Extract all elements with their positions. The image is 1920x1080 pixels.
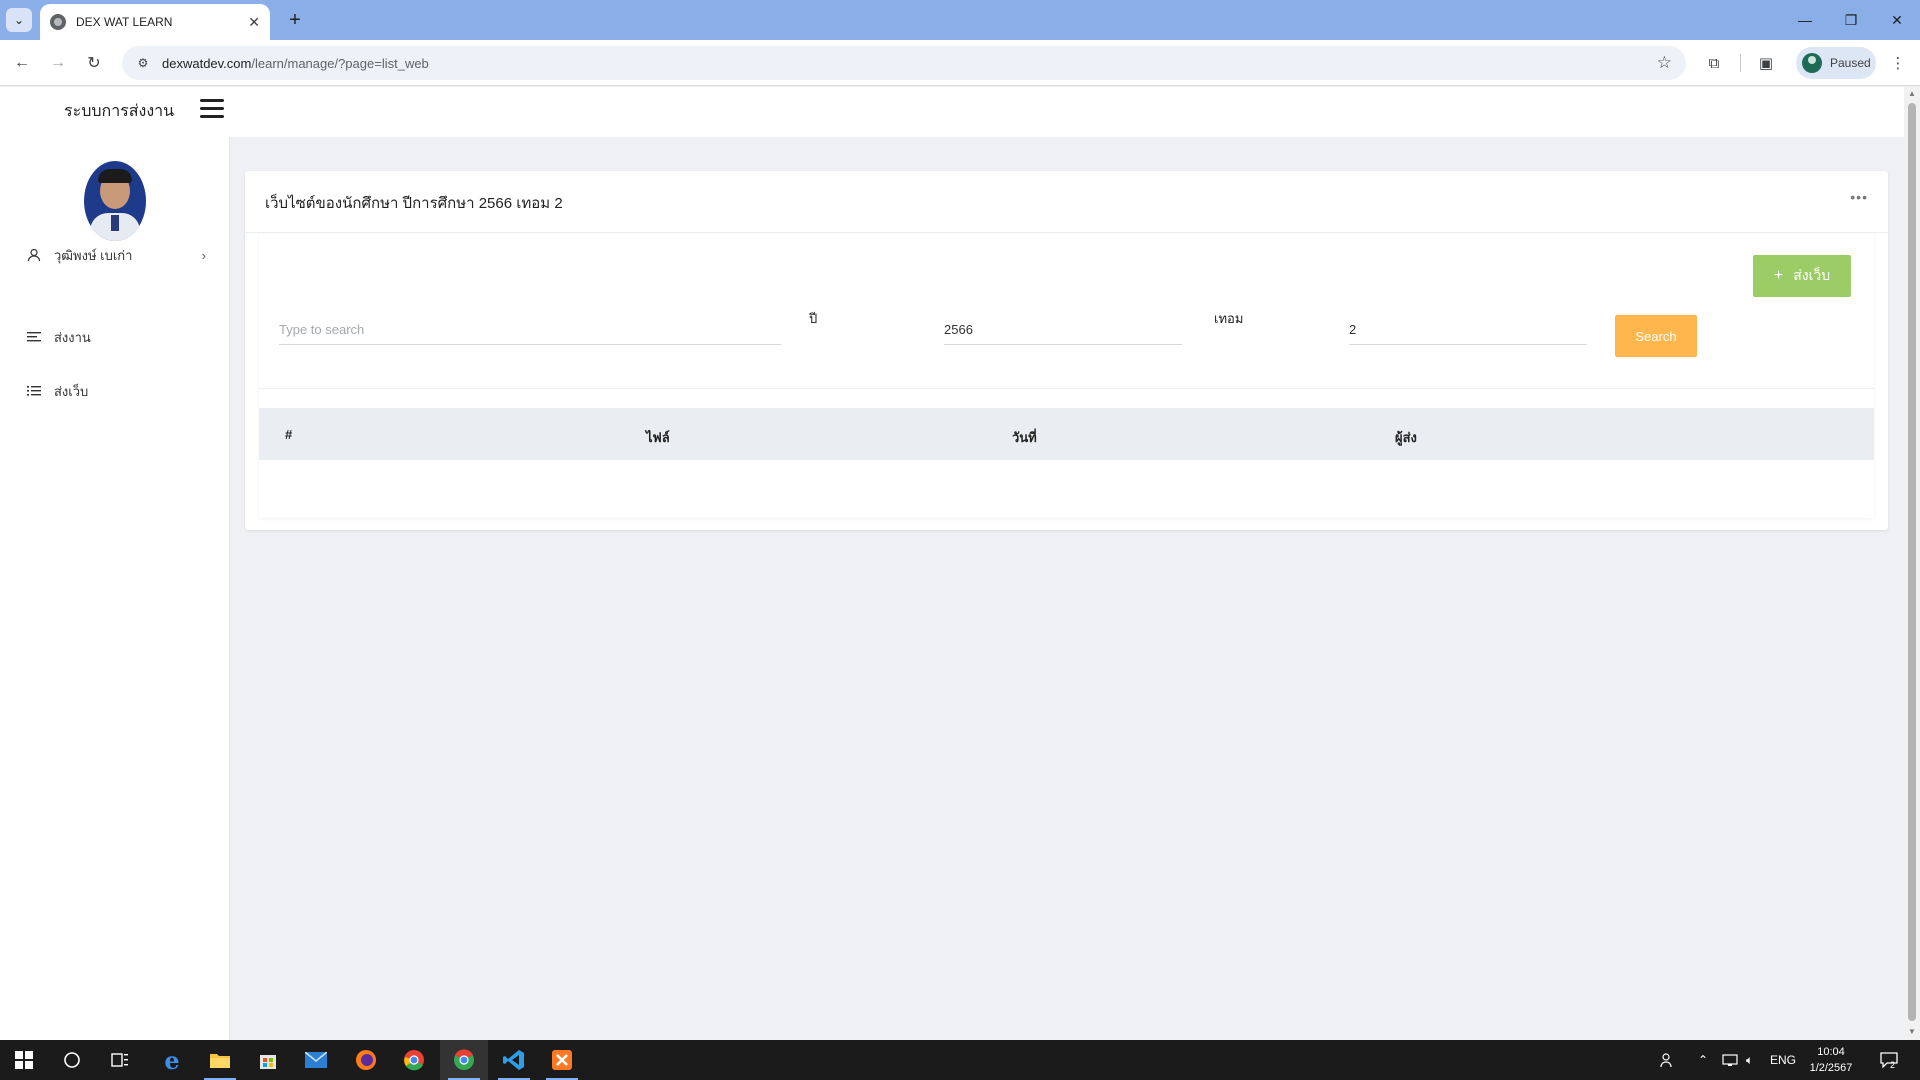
tab-title: DEX WAT LEARN	[76, 15, 173, 29]
menu-toggle-icon[interactable]	[200, 99, 224, 119]
toolbar-separator	[1740, 54, 1741, 72]
side-panel-icon[interactable]: ▣	[1754, 51, 1778, 75]
page-scrollbar[interactable]: ▲ ▼	[1904, 87, 1920, 1040]
list-icon	[26, 383, 42, 399]
sidebar-item-submit-web[interactable]: ส่งเว็บ	[26, 380, 206, 402]
extensions-icon[interactable]: ⧉	[1702, 51, 1726, 75]
year-label: ปี	[809, 311, 818, 326]
scroll-up-icon[interactable]: ▲	[1908, 89, 1916, 98]
align-left-icon	[26, 329, 42, 345]
year-field	[944, 315, 1182, 345]
table-header: # ไฟล์ วันที่ ผู้ส่ง	[259, 408, 1874, 460]
user-icon	[26, 247, 42, 263]
browser-menu-icon[interactable]: ⋮	[1886, 51, 1910, 75]
profile-avatar-icon	[1802, 53, 1822, 73]
tab-close-icon[interactable]: ✕	[248, 14, 260, 31]
site-settings-icon[interactable]: ⚙	[134, 54, 152, 72]
network-icon[interactable]	[1722, 1040, 1738, 1080]
column-header-sender: ผู้ส่ง	[1395, 430, 1417, 445]
websites-card: เว็บไซต์ของนักศึกษา ปีการศึกษา 2566 เทอม…	[245, 171, 1888, 530]
file-explorer-icon[interactable]	[196, 1040, 244, 1080]
sidebar-item-submit-work[interactable]: ส่งงาน	[26, 326, 206, 348]
tab-search-icon[interactable]: ⌄	[6, 8, 32, 32]
more-options-icon[interactable]: •••	[1850, 189, 1868, 205]
browser-toolbar: ← → ↻ ⚙ dexwatdev.com/learn/manage/?page…	[0, 40, 1920, 86]
clock-date: 1/2/2567	[1809, 1062, 1853, 1074]
card-divider	[259, 388, 1874, 389]
chevron-right-icon: ›	[201, 247, 206, 263]
system-clock[interactable]: 10:04 1/2/2567	[1794, 1044, 1868, 1076]
forward-icon[interactable]: →	[46, 51, 70, 75]
search-field	[279, 315, 781, 345]
term-input[interactable]	[1349, 322, 1587, 337]
year-input[interactable]	[944, 322, 1182, 337]
restore-icon[interactable]: ❐	[1828, 0, 1874, 40]
taskbar: e ⌃ 🔈︎ ENG 10:04 1/2/2567 2	[0, 1040, 1920, 1080]
mail-icon[interactable]	[292, 1040, 340, 1080]
tray-expand-icon[interactable]: ⌃	[1698, 1040, 1708, 1080]
sidebar: วุฒิพงษ์ เบเก่า › ส่งงาน ส่งเว็บ	[0, 137, 230, 1040]
browser-tab[interactable]: DEX WAT LEARN ✕	[40, 4, 270, 40]
back-icon[interactable]: ←	[10, 51, 34, 75]
app-topbar: ระบบการส่งงาน	[0, 87, 1904, 137]
notification-count: 2	[1890, 1060, 1896, 1070]
app-brand: ระบบการส่งงาน	[64, 103, 175, 120]
vscode-icon[interactable]	[490, 1040, 538, 1080]
plus-icon: +	[1773, 267, 1784, 284]
scrollbar-thumb[interactable]	[1908, 103, 1916, 1021]
column-header-index: #	[285, 427, 293, 442]
card-title: เว็บไซต์ของนักศึกษา ปีการศึกษา 2566 เทอม…	[265, 195, 563, 212]
reload-icon[interactable]: ↻	[82, 51, 106, 75]
url-text: dexwatdev.com/learn/manage/?page=list_we…	[162, 55, 429, 71]
card-body: + ส่งเว็บ ปี เทอม Search #	[259, 233, 1874, 518]
search-input[interactable]	[279, 322, 781, 337]
store-icon[interactable]	[244, 1040, 292, 1080]
windows-start-icon[interactable]	[0, 1040, 48, 1080]
sidebar-item-label: ส่งเว็บ	[54, 383, 89, 399]
term-field	[1349, 315, 1587, 345]
screen: ⌄ DEX WAT LEARN ✕ + — ❐ ✕ ← → ↻ ⚙ dexwat…	[0, 0, 1920, 1080]
sidebar-user-name: วุฒิพงษ์ เบเก่า	[54, 247, 133, 263]
search-circle-icon[interactable]	[48, 1040, 96, 1080]
bookmark-star-icon[interactable]: ☆	[1657, 53, 1672, 73]
submit-web-button[interactable]: + ส่งเว็บ	[1753, 255, 1851, 297]
page-viewport: ระบบการส่งงาน วุฒิพงษ์ เบเก่า › ส่งงาน ส…	[0, 87, 1904, 1040]
globe-icon	[50, 14, 66, 30]
scroll-down-icon[interactable]: ▼	[1908, 1027, 1916, 1036]
column-header-date: วันที่	[1012, 430, 1037, 445]
people-icon[interactable]	[1660, 1040, 1676, 1080]
clock-time: 10:04	[1817, 1046, 1845, 1058]
user-avatar	[84, 161, 146, 241]
task-view-icon[interactable]	[96, 1040, 144, 1080]
sidebar-item-label: ส่งงาน	[54, 329, 91, 345]
profile-button[interactable]: Paused	[1796, 47, 1876, 79]
profile-status: Paused	[1830, 56, 1871, 70]
card-header: เว็บไซต์ของนักศึกษา ปีการศึกษา 2566 เทอม…	[245, 171, 1888, 233]
language-indicator[interactable]: ENG	[1770, 1040, 1796, 1080]
search-button[interactable]: Search	[1615, 315, 1697, 357]
edge-browser-icon[interactable]: e	[148, 1040, 196, 1080]
firefox-icon[interactable]	[342, 1040, 390, 1080]
xampp-icon[interactable]	[538, 1040, 586, 1080]
minimize-icon[interactable]: —	[1782, 0, 1828, 40]
browser-tabstrip: ⌄ DEX WAT LEARN ✕ + — ❐ ✕	[0, 0, 1920, 40]
address-bar[interactable]: ⚙ dexwatdev.com/learn/manage/?page=list_…	[122, 46, 1686, 80]
chrome-icon[interactable]	[390, 1040, 438, 1080]
term-label: เทอม	[1214, 311, 1244, 326]
chrome-active-icon[interactable]	[440, 1040, 488, 1080]
submit-web-label: ส่งเว็บ	[1793, 267, 1831, 283]
column-header-file: ไฟล์	[646, 430, 670, 445]
new-tab-button[interactable]: +	[282, 7, 308, 33]
window-close-icon[interactable]: ✕	[1874, 0, 1920, 40]
sidebar-user-menu[interactable]: วุฒิพงษ์ เบเก่า ›	[26, 244, 206, 266]
notification-center-icon[interactable]: 2	[1880, 1040, 1898, 1080]
volume-muted-icon[interactable]: 🔈︎	[1746, 1040, 1753, 1080]
